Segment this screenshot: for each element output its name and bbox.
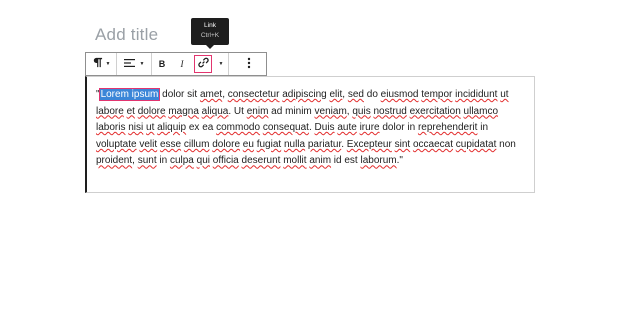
misspelled-word: deserunt <box>241 155 281 167</box>
misspelled-word: amet <box>199 89 223 100</box>
misspelled-word: cupidatat <box>455 138 497 150</box>
misspelled-word: Duis <box>314 122 335 134</box>
text-run: . Ut <box>228 105 247 117</box>
text-run: in <box>477 122 488 134</box>
misspelled-word: enim <box>246 105 269 117</box>
block-type-group: ▼ <box>86 53 117 75</box>
misspelled-word: consequat <box>262 122 309 134</box>
text-run: ex ea <box>186 122 217 134</box>
tooltip-label: Link <box>204 22 216 29</box>
paragraph-icon <box>92 57 103 71</box>
misspelled-word: Excepteur <box>346 138 392 150</box>
misspelled-word: ut <box>500 89 509 100</box>
misspelled-word: consectetur <box>227 89 280 100</box>
text-run: dolor in <box>379 122 418 134</box>
misspelled-word: exercitation <box>409 105 461 117</box>
misspelled-word: veniam <box>314 105 347 117</box>
more-options-button[interactable] <box>229 53 269 75</box>
misspelled-word: sunt <box>137 155 157 167</box>
misspelled-word: pariatur <box>307 138 342 150</box>
misspelled-word: eiusmod <box>380 89 419 100</box>
misspelled-word: officia <box>212 155 239 167</box>
misspelled-word: cillum <box>183 138 210 150</box>
block-toolbar: ▼ ▼ B I ▼ <box>85 52 267 76</box>
misspelled-word: elit <box>329 89 343 100</box>
misspelled-word: quis <box>352 105 371 117</box>
text-run: ." <box>396 155 403 167</box>
alignment-group: ▼ <box>117 53 152 75</box>
misspelled-word: culpa <box>169 155 194 167</box>
misspelled-word: esse <box>159 138 182 150</box>
misspelled-word: ullamco <box>463 105 499 117</box>
misspelled-word: occaecat <box>412 138 453 150</box>
misspelled-word: reprehenderit <box>417 122 478 134</box>
text-run: dolor sit <box>159 89 200 100</box>
text-run: id est <box>331 155 361 167</box>
misspelled-word: aliqua <box>201 105 229 117</box>
chevron-down-icon: ▼ <box>139 61 145 67</box>
misspelled-word: eu <box>242 138 254 150</box>
paragraph-block-button[interactable]: ▼ <box>86 53 116 75</box>
misspelled-word: dolore <box>212 138 241 150</box>
misspelled-word: nisi <box>128 122 144 134</box>
misspelled-word: sed <box>347 89 364 100</box>
link-button[interactable] <box>192 53 214 75</box>
chevron-down-icon: ▼ <box>105 61 111 67</box>
link-tooltip: Link Ctrl+K <box>191 18 229 49</box>
options-group <box>229 53 269 75</box>
misspelled-word: velit <box>139 138 158 150</box>
paragraph-body: dolor sit amet, consectetur adipiscing e… <box>96 89 516 166</box>
text-run: ad minim <box>268 105 315 117</box>
align-button[interactable]: ▼ <box>117 53 151 75</box>
format-group: B I ▼ <box>152 53 229 75</box>
misspelled-word: fugiat <box>256 138 282 150</box>
misspelled-word: incididunt <box>455 89 498 100</box>
tooltip-shortcut: Ctrl+K <box>200 32 220 39</box>
misspelled-word: mollit <box>283 155 307 167</box>
misspelled-word: anim <box>309 155 332 167</box>
text-run: do <box>363 89 381 100</box>
misspelled-word: magna <box>168 105 199 117</box>
misspelled-word: irure <box>359 122 380 134</box>
misspelled-word: dolore <box>137 105 166 117</box>
post-title-input[interactable]: Add title <box>95 25 158 45</box>
misspelled-word: nostrud <box>373 105 407 117</box>
text-run: non <box>496 138 516 150</box>
paragraph-text[interactable]: "Lorem ipsum dolor sit amet, consectetur… <box>96 87 527 170</box>
misspelled-word: qui <box>196 155 210 167</box>
text-run: in <box>156 155 170 167</box>
misspelled-word: sint <box>394 138 411 150</box>
italic-button[interactable]: I <box>172 53 192 75</box>
more-vertical-icon <box>247 57 251 72</box>
link-icon <box>197 57 209 71</box>
misspelled-word: commodo <box>216 122 261 134</box>
bold-button[interactable]: B <box>152 53 172 75</box>
misspelled-word: voluptate <box>96 138 137 150</box>
chevron-down-icon: ▼ <box>218 61 224 67</box>
misspelled-word: tempor <box>421 89 453 100</box>
misspelled-word: aute <box>337 122 357 134</box>
paragraph-block[interactable]: "Lorem ipsum dolor sit amet, consectetur… <box>85 76 535 193</box>
selected-text[interactable]: Lorem ipsum <box>98 88 161 101</box>
misspelled-word: adipiscing <box>282 89 327 100</box>
misspelled-word: laborum <box>360 155 397 167</box>
more-formats-button[interactable]: ▼ <box>214 53 228 75</box>
misspelled-word: proident <box>96 155 133 167</box>
misspelled-word: et <box>126 105 135 117</box>
misspelled-word: aliquip <box>157 122 187 134</box>
misspelled-word: laboris <box>96 122 126 134</box>
align-left-icon <box>123 58 135 71</box>
misspelled-word: nulla <box>283 138 306 150</box>
misspelled-word: labore <box>96 105 124 117</box>
